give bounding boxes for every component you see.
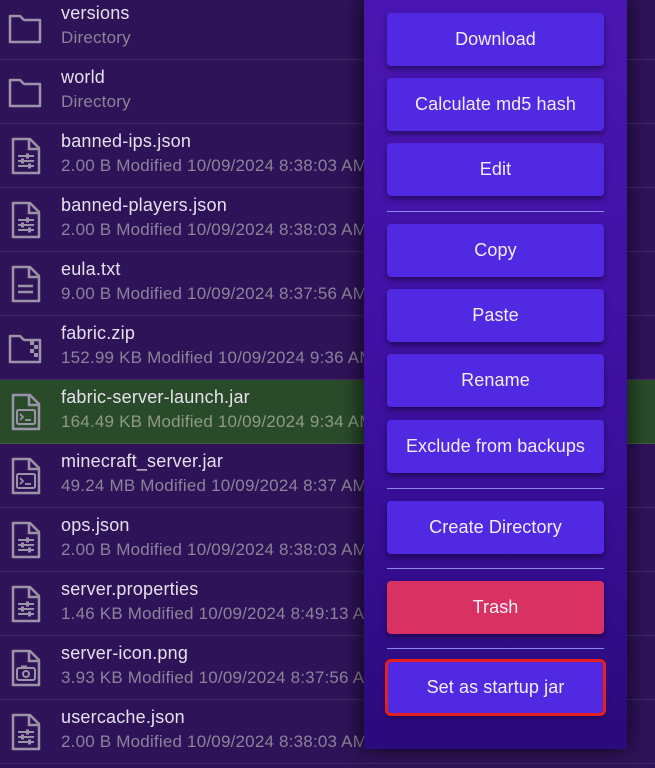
terminal-file-icon	[6, 392, 44, 432]
calculate-md5-button[interactable]: Calculate md5 hash	[387, 78, 604, 131]
text-file-icon	[6, 264, 44, 304]
create-directory-button[interactable]: Create Directory	[387, 501, 604, 554]
file-meta: 3.93 KB Modified 10/09/2024 8:37:56 AM	[61, 668, 379, 687]
exclude-from-backups-button[interactable]: Exclude from backups	[387, 420, 604, 473]
menu-divider	[387, 211, 604, 212]
copy-button[interactable]: Copy	[387, 224, 604, 277]
file-name: fabric-server-launch.jar	[61, 387, 250, 407]
file-meta: 2.00 B Modified 10/09/2024 8:38:03 AM	[61, 156, 368, 175]
context-menu: Download Calculate md5 hash Edit Copy Pa…	[364, 0, 627, 749]
edit-button[interactable]: Edit	[387, 143, 604, 196]
menu-divider	[387, 648, 604, 649]
file-meta: 9.00 B Modified 10/09/2024 8:37:56 AM	[61, 284, 368, 303]
file-meta: 2.00 B Modified 10/09/2024 8:38:03 AM	[61, 220, 368, 239]
rename-button[interactable]: Rename	[387, 354, 604, 407]
file-meta: 2.00 B Modified 10/09/2024 8:38:03 AM	[61, 540, 368, 559]
file-meta: 164.49 KB Modified 10/09/2024 9:34 AM	[61, 412, 374, 431]
file-name: world	[61, 67, 106, 87]
file-meta: Directory	[61, 28, 131, 47]
file-name: minecraft_server.jar	[61, 451, 224, 471]
file-meta: Directory	[61, 92, 131, 111]
file-meta: 49.24 MB Modified 10/09/2024 8:37 AM	[61, 476, 367, 495]
file-name: ops.json	[61, 515, 130, 535]
zip-folder-icon	[6, 328, 44, 368]
set-as-startup-jar-button[interactable]: Set as startup jar	[385, 659, 606, 716]
download-button[interactable]: Download	[387, 13, 604, 66]
file-meta: 152.99 KB Modified 10/09/2024 9:36 AM	[61, 348, 374, 367]
menu-divider	[387, 568, 604, 569]
settings-file-icon	[6, 520, 44, 560]
paste-button[interactable]: Paste	[387, 289, 604, 342]
file-name: versions	[61, 3, 130, 23]
settings-file-icon	[6, 584, 44, 624]
menu-divider	[387, 488, 604, 489]
file-name: fabric.zip	[61, 323, 136, 343]
terminal-file-icon	[6, 456, 44, 496]
folder-icon	[6, 8, 44, 48]
file-name: eula.txt	[61, 259, 121, 279]
settings-file-icon	[6, 136, 44, 176]
file-name: banned-ips.json	[61, 131, 192, 151]
file-name: server.properties	[61, 579, 199, 599]
folder-icon	[6, 72, 44, 112]
settings-file-icon	[6, 712, 44, 752]
file-name: usercache.json	[61, 707, 185, 727]
file-name: banned-players.json	[61, 195, 227, 215]
settings-file-icon	[6, 200, 44, 240]
file-name: server-icon.png	[61, 643, 189, 663]
image-file-icon	[6, 648, 44, 688]
file-meta: 1.46 KB Modified 10/09/2024 8:49:13 AM	[61, 604, 379, 623]
file-meta: 2.00 B Modified 10/09/2024 8:38:03 AM	[61, 732, 368, 751]
trash-button[interactable]: Trash	[387, 581, 604, 634]
